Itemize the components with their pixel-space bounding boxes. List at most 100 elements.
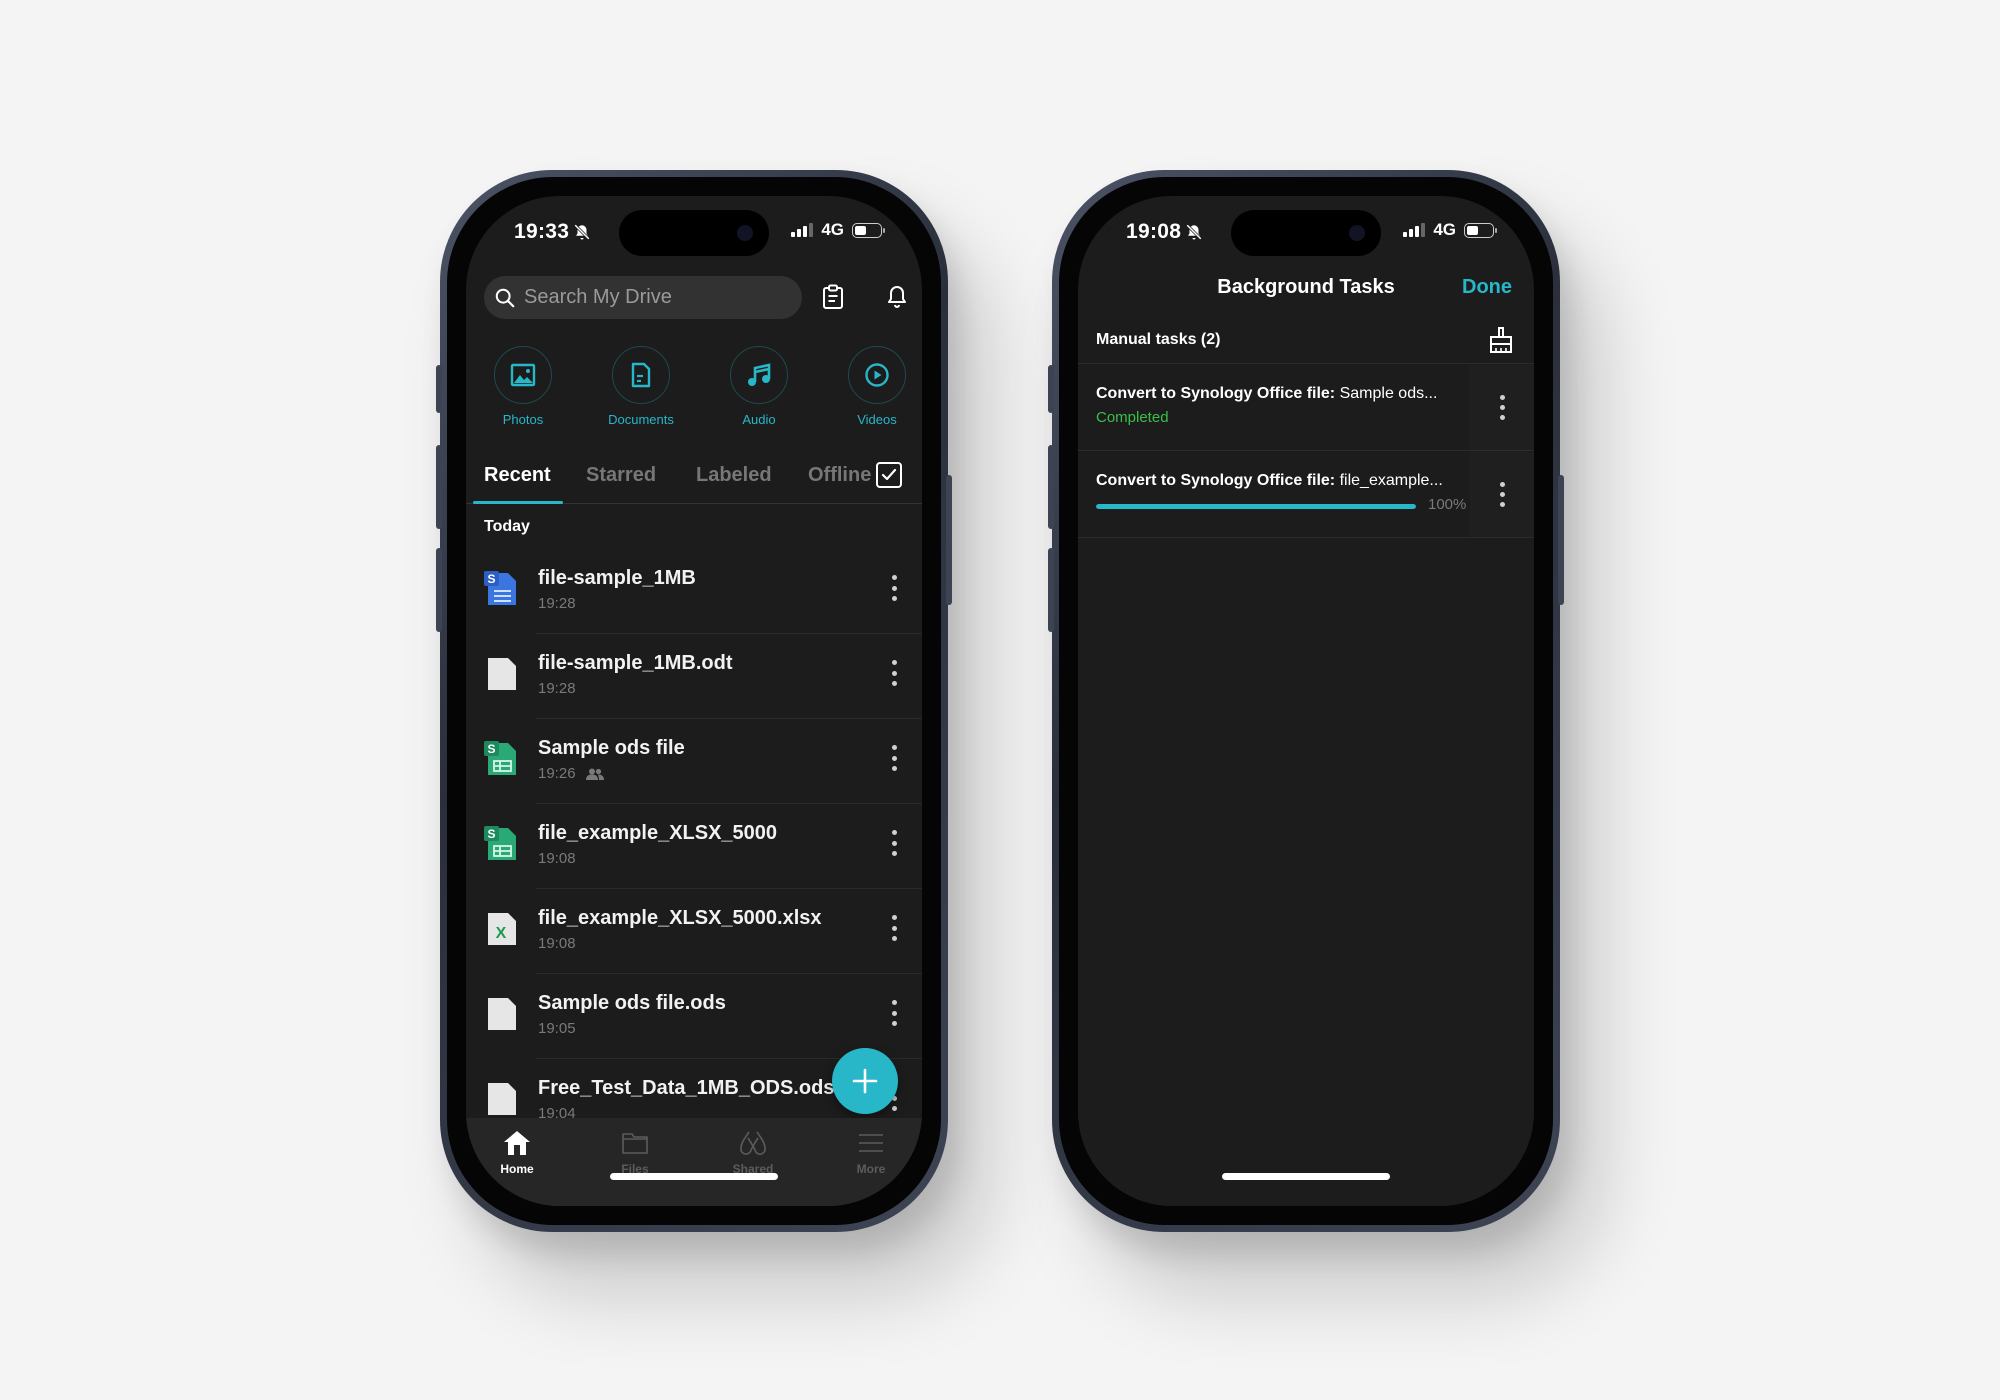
category-label: Videos (857, 412, 897, 427)
music-icon (748, 363, 771, 386)
file-name: file_example_XLSX_5000 (538, 822, 778, 844)
file-row[interactable]: Sample ods file.ods 19:05 (466, 974, 922, 1059)
network-label: 4G (821, 220, 844, 239)
search-icon (495, 288, 515, 307)
task-row[interactable]: Convert to Synology Office file: file_ex… (1078, 452, 1534, 538)
shared-users-icon (585, 768, 604, 780)
done-button[interactable]: Done (1462, 276, 1512, 299)
file-time: 19:05 (538, 1020, 576, 1037)
silent-mode-icon (574, 224, 591, 240)
network-label: 4G (1433, 220, 1456, 239)
progress-fill (1096, 504, 1416, 509)
background-tasks-screen: 19:08 4G Background Tasks Done Manual ta… (1078, 196, 1534, 1206)
file-more-button[interactable] (888, 913, 900, 943)
category-label: Audio (742, 412, 776, 427)
synology-spreadsheet-icon: S (484, 826, 516, 860)
category-shortcuts: Photos Documents Audio Videos (466, 346, 922, 436)
file-time: 19:26 (538, 765, 576, 782)
action-button (1048, 365, 1054, 413)
file-more-button[interactable] (888, 573, 900, 603)
status-bar: 19:33 4G (466, 196, 922, 266)
excel-file-icon: X (488, 913, 516, 945)
synology-document-icon: S (484, 571, 516, 605)
active-tab-indicator (473, 501, 563, 504)
category-label: Photos (502, 412, 544, 427)
file-row[interactable]: X file_example_XLSX_5000.xlsx 19:08 (466, 889, 922, 974)
group-title: Manual tasks (2) (1096, 331, 1221, 348)
category-label: Documents (608, 412, 674, 427)
synology-spreadsheet-icon: S (484, 741, 516, 775)
file-name: Free_Test_Data_1MB_ODS.ods (538, 1077, 835, 1099)
clipboard-icon (823, 284, 843, 309)
nav-label: Home (500, 1162, 534, 1176)
tab-recent[interactable]: Recent (484, 464, 551, 487)
file-time: 19:28 (538, 680, 576, 697)
tab-labeled[interactable]: Labeled (696, 464, 772, 487)
task-more-button[interactable] (1470, 365, 1534, 450)
task-action: Convert to Synology Office file: (1096, 385, 1336, 402)
file-row[interactable]: S file-sample_1MB 19:28 (466, 549, 922, 634)
volume-up-button (436, 445, 442, 529)
select-mode-button[interactable] (876, 462, 902, 488)
phone-home-screen: 19:33 4G Photos (436, 170, 952, 1232)
manual-tasks-header: Manual tasks (2) (1078, 316, 1534, 364)
category-documents[interactable]: Documents (591, 346, 691, 427)
task-progress-label: 100% (1428, 496, 1467, 513)
file-row[interactable]: S file_example_XLSX_5000 19:08 (466, 804, 922, 889)
bottom-tab-bar: Home Files Shared More (466, 1118, 922, 1206)
task-status: Completed (1096, 409, 1169, 426)
task-progress-bar (1096, 504, 1416, 509)
svg-text:X: X (496, 925, 507, 942)
clipboard-button[interactable] (818, 282, 848, 312)
status-time: 19:08 (1126, 220, 1182, 243)
home-icon (504, 1131, 530, 1155)
file-more-button[interactable] (888, 658, 900, 688)
status-bar: 19:08 4G (1078, 196, 1534, 266)
tab-offline[interactable]: Offline (808, 464, 878, 487)
nav-files[interactable]: Files (590, 1126, 680, 1176)
nav-shared[interactable]: Shared (708, 1126, 798, 1176)
broom-icon (1490, 327, 1512, 353)
home-indicator[interactable] (1222, 1173, 1390, 1180)
generic-file-icon (488, 1083, 516, 1115)
file-name: file_example_XLSX_5000.xlsx (538, 907, 822, 929)
file-row[interactable]: S Sample ods file 19:26 (466, 719, 922, 804)
clear-tasks-button[interactable] (1488, 326, 1514, 359)
add-button[interactable] (832, 1048, 898, 1114)
battery-icon (852, 222, 885, 238)
home-indicator[interactable] (610, 1173, 778, 1180)
status-time: 19:33 (514, 220, 570, 243)
file-more-button[interactable] (888, 743, 900, 773)
volume-up-button (1048, 445, 1054, 529)
checkbox-icon (881, 468, 897, 481)
section-header-today: Today (484, 518, 530, 535)
category-audio[interactable]: Audio (709, 346, 809, 427)
category-photos[interactable]: Photos (473, 346, 573, 427)
category-videos[interactable]: Videos (827, 346, 922, 427)
power-button (946, 475, 952, 605)
signal-icon (1403, 223, 1426, 237)
nav-home[interactable]: Home (472, 1126, 562, 1176)
file-row[interactable]: file-sample_1MB.odt 19:28 (466, 634, 922, 719)
nav-more[interactable]: More (826, 1126, 916, 1176)
task-more-button[interactable] (1470, 452, 1534, 537)
task-action: Convert to Synology Office file: (1096, 472, 1336, 489)
nav-label: More (856, 1162, 886, 1176)
plus-icon (852, 1068, 878, 1094)
task-row[interactable]: Convert to Synology Office file: Sample … (1078, 365, 1534, 451)
signal-icon (791, 223, 814, 237)
silent-mode-icon (1186, 224, 1203, 240)
file-more-button[interactable] (888, 998, 900, 1028)
search-bar[interactable] (484, 276, 802, 319)
dynamic-island (619, 210, 769, 256)
dynamic-island (1231, 210, 1381, 256)
power-button (1558, 475, 1564, 605)
volume-down-button (436, 548, 442, 632)
tab-starred[interactable]: Starred (586, 464, 656, 487)
folder-icon (622, 1133, 648, 1154)
search-input[interactable] (524, 286, 784, 309)
notifications-button[interactable] (882, 282, 912, 312)
action-button (436, 365, 442, 413)
file-name: file-sample_1MB (538, 567, 696, 589)
file-more-button[interactable] (888, 828, 900, 858)
